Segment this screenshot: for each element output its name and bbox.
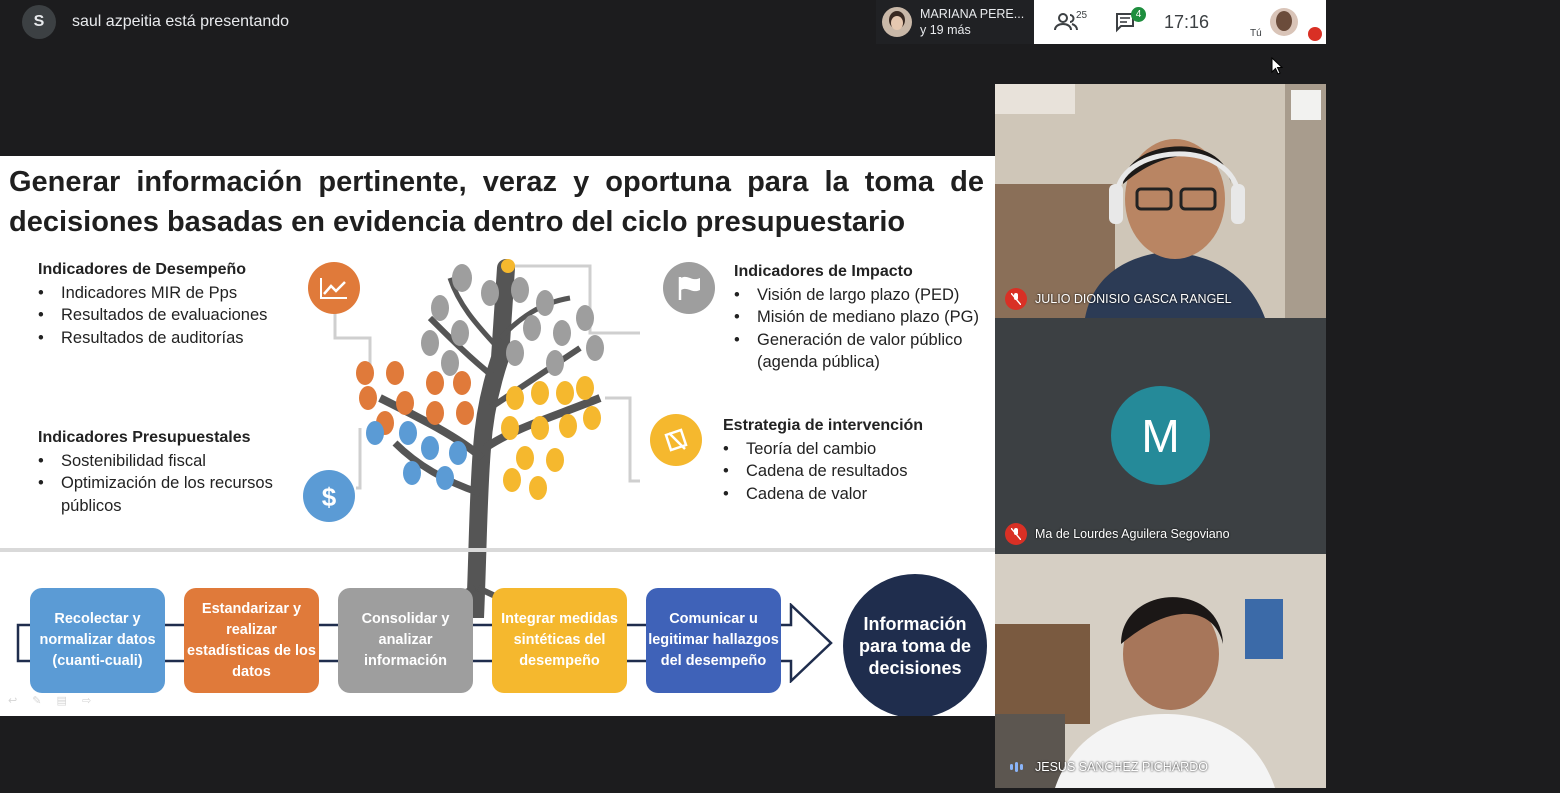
participants-preview[interactable]: MARIANA PERE... y 19 más	[876, 0, 1034, 44]
participant-name: JULIO DIONISIO GASCA RANGEL	[1035, 292, 1232, 306]
tile-2-label: Ma de Lourdes Aguilera Segoviano	[1005, 523, 1230, 545]
chat-badge: 4	[1131, 7, 1146, 22]
process-step-4: Integrar medidas sintéticas del desempeñ…	[492, 588, 627, 693]
process-step-3: Consolidar y analizar información	[338, 588, 473, 693]
video-tile-2[interactable]: M Ma de Lourdes Aguilera Segoviano	[995, 318, 1326, 554]
participants-button[interactable]: 25	[1046, 0, 1088, 44]
slide-controls[interactable]: ↩ ✎ ▤ ⇨	[8, 694, 97, 707]
mic-off-icon	[1005, 523, 1027, 545]
final-result-circle: Información para toma de decisiones	[843, 574, 987, 716]
list-item: Indicadores MIR de Pps	[38, 282, 267, 305]
list-item: Visión de largo plazo (PED)	[734, 284, 989, 307]
svg-text:$: $	[322, 482, 337, 511]
participant-more: y 19 más	[920, 23, 971, 37]
cursor-icon	[1271, 57, 1283, 75]
slide-title: Generar información pertinente, veraz y …	[9, 166, 984, 238]
participant-avatar	[882, 7, 912, 37]
estrategia-heading: Estrategia de intervención	[723, 417, 924, 434]
list-item: Teoría del cambio	[723, 438, 923, 461]
presenter-text: saul azpeitia está presentando	[72, 13, 290, 30]
estrategia-block: Estrategia de intervención Teoría del ca…	[723, 415, 923, 505]
participant-name: MARIANA PERE...	[920, 7, 1025, 21]
desempeno-block: Indicadores de Desempeño Indicadores MIR…	[38, 259, 267, 349]
slide-divider	[0, 548, 995, 552]
tile-1-label: JULIO DIONISIO GASCA RANGEL	[1005, 288, 1232, 310]
video-tile-3[interactable]: JESUS SANCHEZ PICHARDO	[995, 554, 1326, 788]
target-icon	[650, 414, 702, 466]
mic-off-icon	[1005, 288, 1027, 310]
self-tile[interactable]: Tú	[1246, 0, 1326, 44]
list-item: Cadena de valor	[723, 483, 923, 506]
impacto-block: Indicadores de Impacto Visión de largo p…	[734, 261, 989, 374]
process-step-2: Estandarizar y realizar estadísticas de …	[184, 588, 319, 693]
list-item: Optimización de los recursos públicos	[38, 472, 298, 517]
process-step-1: Recolectar y normalizar datos (cuanti-cu…	[30, 588, 165, 693]
video-tile-1[interactable]: JULIO DIONISIO GASCA RANGEL	[995, 84, 1326, 318]
participant-name: Ma de Lourdes Aguilera Segoviano	[1035, 527, 1230, 541]
presentation-slide: Generar información pertinente, veraz y …	[0, 156, 995, 716]
presenter-bar: S saul azpeitia está presentando	[22, 5, 289, 39]
chart-icon	[308, 262, 360, 314]
presenter-avatar: S	[22, 5, 56, 39]
list-item: Generación de valor público (agenda públ…	[734, 329, 989, 374]
list-item: Resultados de evaluaciones	[38, 304, 267, 327]
tile-3-label: JESUS SANCHEZ PICHARDO	[1005, 760, 1208, 774]
participant-avatar: M	[1111, 386, 1210, 485]
people-icon	[1054, 13, 1078, 31]
list-item: Sostenibilidad fiscal	[38, 450, 298, 473]
self-label: Tú	[1250, 28, 1262, 39]
presupuestales-block: Indicadores Presupuestales Sostenibilida…	[38, 427, 298, 517]
chat-button[interactable]: 4	[1106, 0, 1146, 44]
video-feed	[995, 84, 1326, 318]
process-step-5: Comunicar u legitimar hallazgos del dese…	[646, 588, 781, 693]
top-toolbar: 25 4 17:16 Tú	[1034, 0, 1326, 44]
clock: 17:16	[1164, 11, 1210, 32]
impacto-heading: Indicadores de Impacto	[734, 263, 913, 280]
list-item: Cadena de resultados	[723, 460, 923, 483]
presupuestales-heading: Indicadores Presupuestales	[38, 429, 251, 446]
dollar-icon: $	[303, 470, 355, 522]
participant-name: JESUS SANCHEZ PICHARDO	[1035, 760, 1208, 774]
flag-icon	[663, 262, 715, 314]
speaking-icon	[1005, 762, 1027, 772]
desempeno-heading: Indicadores de Desempeño	[38, 261, 247, 278]
mic-off-icon	[1308, 27, 1322, 41]
self-avatar	[1270, 8, 1298, 36]
participants-count: 25	[1076, 10, 1088, 21]
list-item: Resultados de auditorías	[38, 327, 267, 350]
video-feed	[995, 554, 1326, 788]
list-item: Misión de mediano plazo (PG)	[734, 306, 989, 329]
